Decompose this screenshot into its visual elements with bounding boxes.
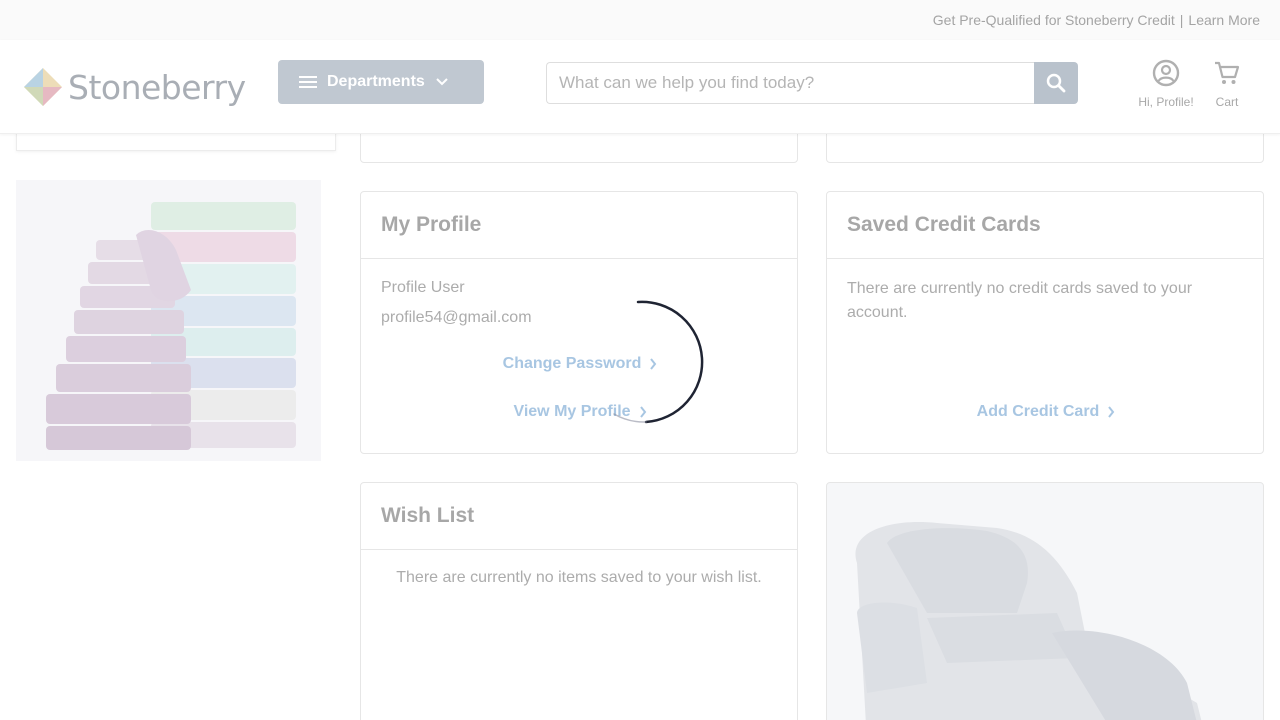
view-profile-label: View My Profile xyxy=(513,403,631,420)
search-input[interactable] xyxy=(546,62,1034,104)
recliner-promo-image[interactable] xyxy=(826,482,1264,720)
account-page: Get Pre-Qualified for Stoneberry Credit … xyxy=(0,0,1280,720)
add-credit-card-link[interactable]: Add Credit Card xyxy=(827,403,1265,421)
shopping-cart-icon xyxy=(1215,61,1240,84)
site-header: Stoneberry Departments Hi, Profile! Cart xyxy=(0,40,1280,134)
chevron-right-icon xyxy=(639,406,646,418)
wish-list-card: Wish List There are currently no items s… xyxy=(360,482,798,720)
towel-stack-illustration xyxy=(46,202,296,450)
chevron-right-icon xyxy=(1108,406,1115,418)
account-circle-icon xyxy=(1152,59,1180,87)
add-credit-card-label: Add Credit Card xyxy=(976,403,1100,420)
learn-more-link[interactable]: Learn More xyxy=(1188,12,1260,28)
logo-diamond-icon xyxy=(24,68,62,106)
departments-button[interactable]: Departments xyxy=(278,60,484,104)
card-title: Wish List xyxy=(361,483,797,550)
chevron-down-icon xyxy=(435,77,449,87)
recliner-illustration xyxy=(855,522,1202,720)
prequalify-link[interactable]: Get Pre-Qualified for Stoneberry Credit xyxy=(933,12,1175,28)
change-password-label: Change Password xyxy=(502,355,642,372)
profile-details: Profile User profile54@gmail.com xyxy=(361,259,797,351)
stoneberry-logo[interactable]: Stoneberry xyxy=(22,64,262,110)
search-icon xyxy=(1046,73,1066,93)
search-button[interactable] xyxy=(1034,62,1078,104)
profile-name: Profile User xyxy=(381,279,465,296)
wish-list-empty-text: There are currently no items saved to yo… xyxy=(396,569,762,586)
promo-separator: | xyxy=(1179,12,1184,28)
profile-email: profile54@gmail.com xyxy=(381,309,532,326)
account-menu[interactable]: Hi, Profile! xyxy=(1130,58,1202,109)
credit-cards-empty-text: There are currently no credit cards save… xyxy=(847,280,1193,321)
promo-bar: Get Pre-Qualified for Stoneberry Credit … xyxy=(0,0,1280,40)
departments-label: Departments xyxy=(327,73,425,90)
view-profile-link[interactable]: View My Profile xyxy=(361,403,799,421)
saved-credit-cards-card: Saved Credit Cards There are currently n… xyxy=(826,191,1264,454)
card-title: Saved Credit Cards xyxy=(827,192,1263,259)
chevron-right-icon xyxy=(650,358,657,370)
card-title: My Profile xyxy=(361,192,797,259)
hamburger-menu-icon xyxy=(298,74,318,90)
logo-wordmark: Stoneberry xyxy=(68,67,246,107)
cart-label: Cart xyxy=(1215,95,1239,109)
cart-button[interactable]: Cart xyxy=(1206,58,1248,109)
my-profile-card: My Profile Profile User profile54@gmail.… xyxy=(360,191,798,454)
towels-promo-image[interactable] xyxy=(16,180,321,461)
change-password-link[interactable]: Change Password xyxy=(361,355,799,373)
account-label: Hi, Profile! xyxy=(1138,95,1194,109)
